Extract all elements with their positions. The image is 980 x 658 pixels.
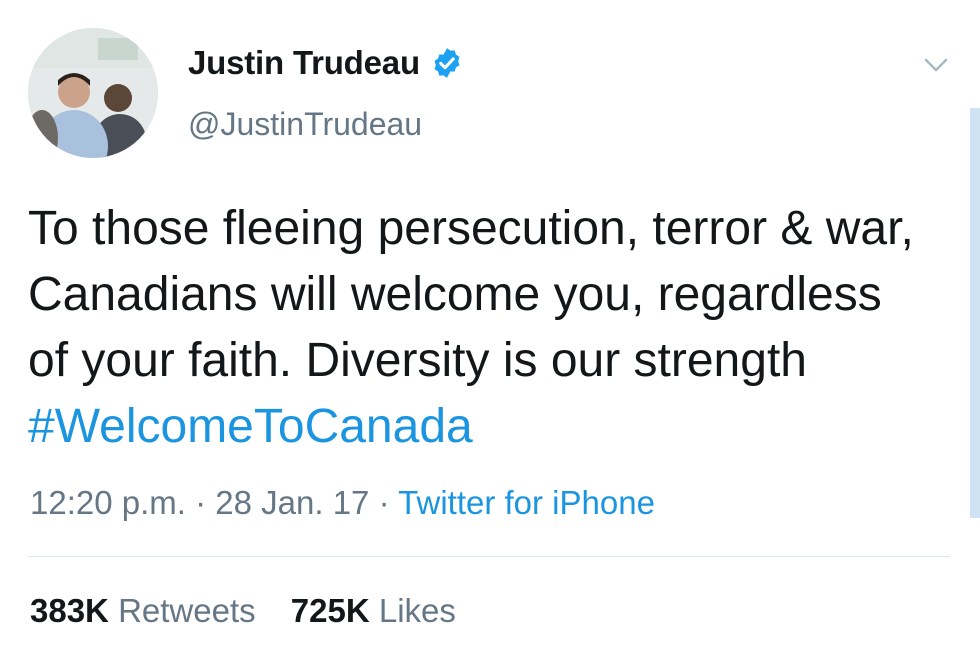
- profile-photo: [28, 28, 158, 158]
- chevron-down-icon[interactable]: [918, 50, 954, 80]
- author-handle[interactable]: @JustinTrudeau: [188, 106, 422, 143]
- author-display-name[interactable]: Justin Trudeau: [188, 44, 420, 82]
- author-name-row[interactable]: Justin Trudeau: [188, 44, 464, 82]
- tweet-source-link[interactable]: Twitter for iPhone: [398, 484, 655, 521]
- likes-label: Likes: [378, 592, 456, 629]
- tweet-body: To those fleeing persecution, terror & w…: [28, 202, 914, 387]
- avatar[interactable]: [28, 28, 158, 158]
- likes-stat[interactable]: 725K Likes: [291, 592, 456, 629]
- scrollbar[interactable]: [970, 108, 980, 518]
- tweet-stats: 383K Retweets 725K Likes: [30, 592, 482, 630]
- verified-badge-icon: [430, 46, 464, 80]
- tweet-text: To those fleeing persecution, terror & w…: [28, 196, 928, 460]
- meta-separator: ·: [378, 484, 390, 521]
- divider: [28, 556, 950, 557]
- tweet-date: 28 Jan. 17: [215, 484, 370, 521]
- retweets-count: 383K: [30, 592, 109, 629]
- tweet-meta: 12:20 p.m. · 28 Jan. 17 · Twitter for iP…: [30, 484, 655, 522]
- retweets-stat[interactable]: 383K Retweets: [30, 592, 256, 629]
- tweet-time: 12:20 p.m.: [30, 484, 186, 521]
- likes-count: 725K: [290, 592, 370, 629]
- retweets-label: Retweets: [118, 592, 256, 629]
- hashtag-link[interactable]: #WelcomeToCanada: [28, 400, 473, 453]
- meta-separator: ·: [195, 484, 207, 521]
